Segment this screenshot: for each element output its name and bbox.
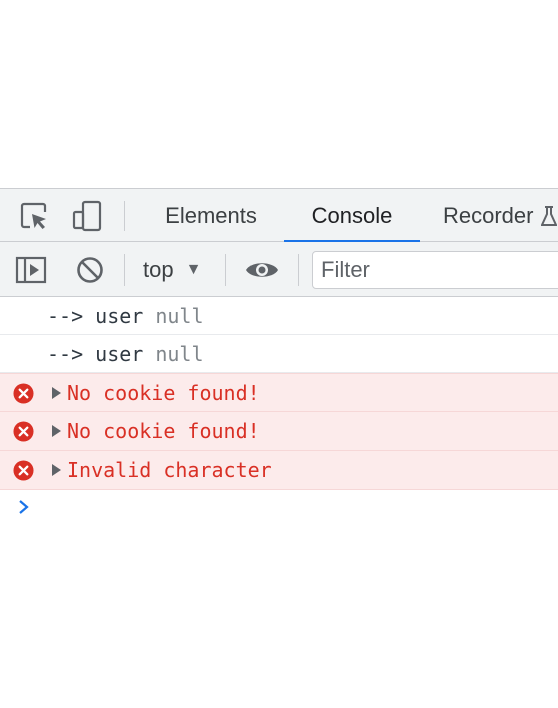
error-message: No cookie found! [67, 419, 260, 443]
toolbar-divider [225, 254, 226, 286]
toolbar-divider [124, 201, 125, 231]
console-toolbar: top ▼ [0, 242, 558, 297]
tab-elements[interactable]: Elements [140, 189, 282, 242]
filter-input[interactable] [312, 251, 558, 289]
log-value: null [155, 341, 204, 366]
error-message: Invalid character [67, 458, 272, 482]
console-messages: --> user null --> user null No cookie fo… [0, 297, 558, 530]
tab-recorder[interactable]: Recorder [424, 189, 558, 242]
error-message: No cookie found! [67, 381, 260, 405]
console-error-row[interactable]: No cookie found! [0, 412, 558, 451]
context-selector-label: top [143, 256, 174, 282]
console-error-row[interactable]: No cookie found! [0, 373, 558, 412]
expand-triangle-icon[interactable] [52, 387, 61, 399]
devtools-tab-bar: Elements Console Recorder [0, 188, 558, 243]
error-icon [13, 460, 34, 481]
context-selector[interactable]: top ▼ [143, 242, 201, 297]
toolbar-divider [124, 254, 125, 286]
console-error-row[interactable]: Invalid character [0, 451, 558, 490]
expand-triangle-icon[interactable] [52, 464, 61, 476]
expand-triangle-icon[interactable] [52, 425, 61, 437]
device-toolbar-icon[interactable] [70, 189, 104, 243]
clear-console-icon[interactable] [73, 242, 107, 297]
console-log-row[interactable]: --> user null [0, 297, 558, 335]
devtools-panel: Elements Console Recorder top ▼ Filter -… [0, 188, 558, 530]
toolbar-divider [298, 254, 299, 286]
eye-icon[interactable] [243, 242, 281, 297]
tab-console[interactable]: Console [284, 189, 420, 243]
dropdown-triangle-icon: ▼ [185, 260, 202, 278]
log-text: --> user [47, 341, 144, 366]
tab-console-label: Console [311, 202, 393, 228]
inspect-element-icon[interactable] [16, 189, 52, 243]
prompt-chevron-icon [19, 500, 29, 514]
recorder-beaker-icon [541, 205, 558, 227]
tab-elements-label: Elements [165, 202, 257, 228]
error-icon [13, 421, 34, 442]
console-log-row[interactable]: --> user null [0, 335, 558, 373]
log-text: --> user [47, 303, 144, 328]
tab-recorder-label: Recorder [443, 202, 534, 228]
log-value: null [155, 303, 204, 328]
error-icon [13, 383, 34, 404]
console-prompt[interactable] [0, 490, 558, 530]
sidebar-toggle-icon[interactable] [14, 242, 48, 297]
